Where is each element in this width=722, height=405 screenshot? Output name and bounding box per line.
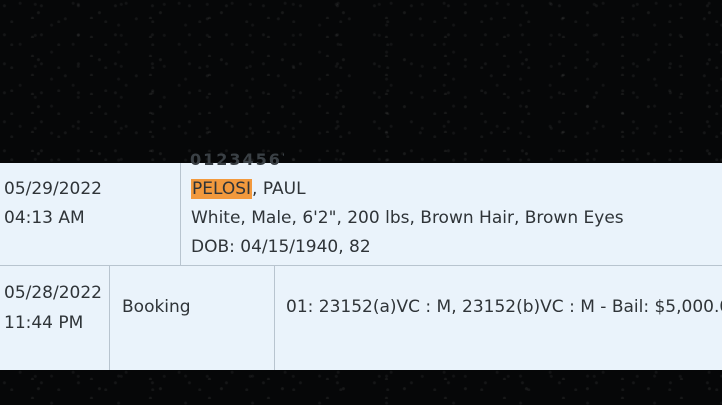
record-row-1[interactable]: 05/29/2022 04:13 AM PELOSI, PAUL White, …	[0, 163, 722, 266]
record-date: 05/29/2022	[4, 179, 102, 199]
record-time: 04:13 AM	[4, 208, 85, 228]
column-divider	[109, 266, 110, 370]
record-row-2[interactable]: 05/28/2022 11:44 PM Booking 01: 23152(a)…	[0, 266, 722, 370]
record-charges: 01: 23152(a)VC : M, 23152(b)VC : M - Bai…	[286, 297, 722, 317]
subject-name-rest: , PAUL	[252, 179, 306, 199]
column-divider	[180, 163, 181, 265]
record-event: Booking	[122, 297, 191, 317]
record-time: 11:44 PM	[4, 313, 84, 333]
booking-records-table: 0123456789 05/29/2022 04:13 AM PELOSI, P…	[0, 152, 722, 370]
subject-description: White, Male, 6'2", 200 lbs, Brown Hair, …	[191, 208, 624, 228]
record-date: 05/28/2022	[4, 283, 102, 303]
subject-name: PELOSI, PAUL	[191, 179, 306, 199]
subject-dob: DOB: 04/15/1940, 82	[191, 237, 371, 257]
column-divider	[274, 266, 275, 370]
search-highlight: PELOSI	[191, 179, 253, 199]
